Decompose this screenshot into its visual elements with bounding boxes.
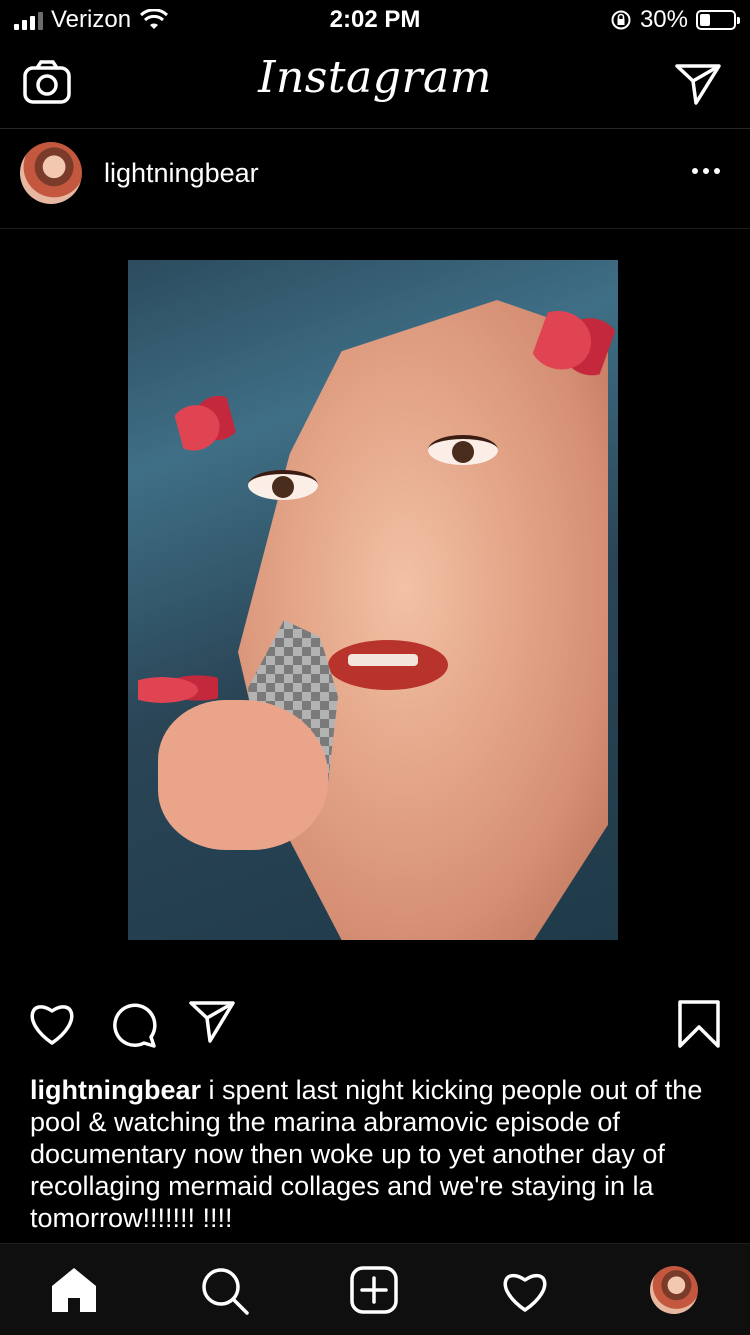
post-caption: lightningbear i spent last night kicking… [30,1074,730,1234]
post-actions [0,995,750,1055]
like-heart-icon[interactable] [26,999,78,1047]
collage-face [238,300,608,940]
new-post-icon[interactable] [350,1266,398,1314]
butterfly-icon [138,670,218,710]
post-username[interactable]: lightningbear [104,158,259,189]
butterfly-icon [169,384,242,466]
avatar[interactable] [20,142,82,204]
collage-lips [328,640,448,690]
orientation-lock-icon [611,10,631,30]
status-bar: Verizon 2:02 PM 30% [0,0,750,40]
collage-eye-left [248,470,318,500]
post-image[interactable] [128,260,618,940]
battery-percent: 30% [639,6,688,33]
more-options-icon[interactable] [692,168,720,174]
top-navigation: Instagram [0,44,750,129]
collage-eye-right [428,435,498,465]
share-icon[interactable] [188,999,236,1045]
post-header: lightningbear [0,130,750,229]
activity-heart-icon[interactable] [499,1268,551,1314]
direct-message-icon[interactable] [674,62,722,106]
bookmark-icon[interactable] [677,999,721,1049]
profile-avatar[interactable] [650,1266,698,1314]
caption-username[interactable]: lightningbear [30,1075,201,1105]
comment-icon[interactable] [108,999,158,1049]
collage-hand [158,700,328,850]
status-right: 30% [610,6,740,34]
instagram-logo: Instagram [258,52,492,103]
home-icon[interactable] [50,1266,98,1314]
search-icon[interactable] [200,1266,250,1316]
battery-icon [696,10,740,30]
bottom-tab-bar [0,1243,750,1335]
